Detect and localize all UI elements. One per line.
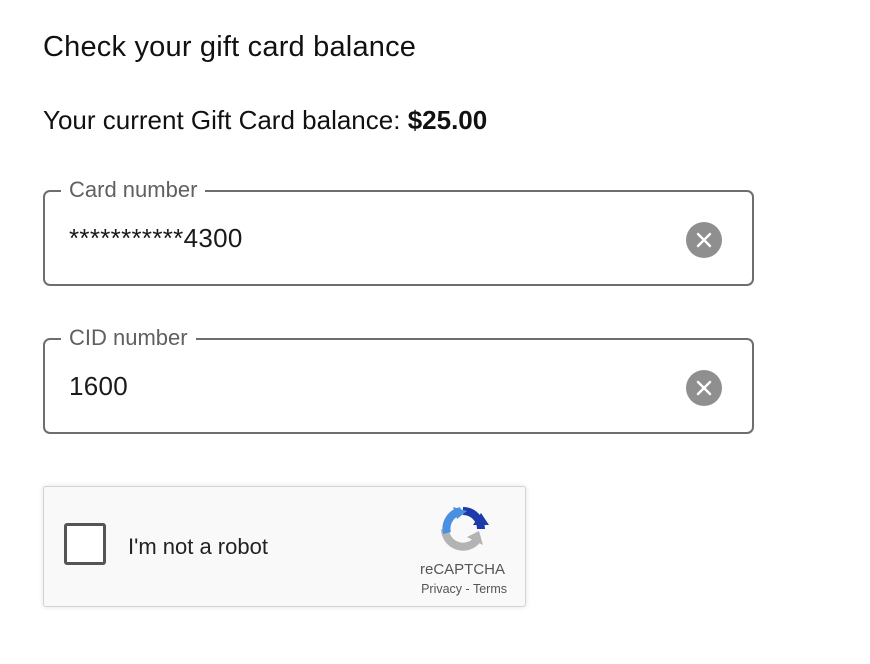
close-icon xyxy=(696,232,712,248)
balance-line: Your current Gift Card balance: $25.00 xyxy=(43,105,487,136)
recaptcha-widget: I'm not a robot reCAPTCHA Privacy - Term… xyxy=(43,486,526,607)
page-title: Check your gift card balance xyxy=(43,31,417,63)
recaptcha-label: I'm not a robot xyxy=(128,534,268,559)
recaptcha-logo-icon xyxy=(441,507,489,551)
balance-label: Your current Gift Card balance: xyxy=(43,105,401,135)
cid-number-input[interactable]: 1600 xyxy=(69,371,128,401)
cid-number-label: CID number xyxy=(61,325,196,351)
recaptcha-brand: reCAPTCHA xyxy=(419,561,505,578)
cid-number-field[interactable]: CID number 1600 xyxy=(43,325,754,434)
recaptcha-links: Privacy - Terms xyxy=(44,582,525,596)
terms-link[interactable]: Terms xyxy=(473,582,507,596)
card-number-field[interactable]: Card number ***********4300 xyxy=(43,177,754,286)
gift-card-balance-page: Check your gift card balance Your curren… xyxy=(0,0,870,664)
card-number-input[interactable]: ***********4300 xyxy=(69,223,243,253)
privacy-link[interactable]: Privacy xyxy=(421,582,462,596)
clear-card-number-button[interactable] xyxy=(686,222,722,258)
links-separator: - xyxy=(465,582,470,596)
close-icon xyxy=(696,380,712,396)
balance-amount: $25.00 xyxy=(407,105,488,135)
clear-cid-number-button[interactable] xyxy=(686,370,722,406)
recaptcha-checkbox[interactable] xyxy=(64,523,106,565)
card-number-label: Card number xyxy=(61,177,206,203)
